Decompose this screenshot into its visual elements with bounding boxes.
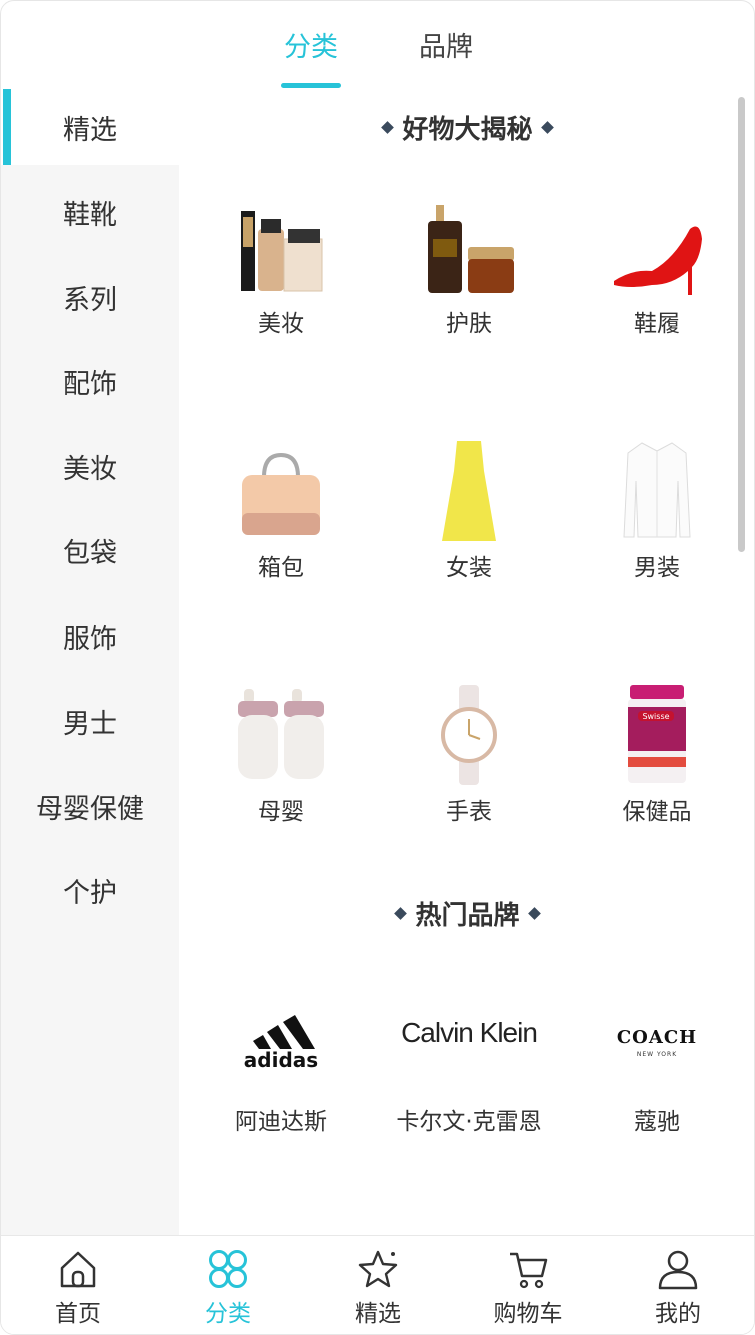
category-icon: [209, 1250, 247, 1288]
diamond-icon: [381, 121, 395, 134]
coach-logo-subtitle: NEW YORK: [636, 1051, 678, 1058]
brand-cell-calvin-klein[interactable]: Calvin Klein 卡尔文·克雷恩: [379, 999, 559, 1169]
category-label: 男装: [634, 555, 680, 581]
sidebar-item-bags[interactable]: 包袋: [1, 512, 179, 588]
nav-home[interactable]: 首页: [18, 1236, 138, 1334]
category-cell-menswear[interactable]: 男装: [567, 441, 747, 591]
nav-label: 首页: [55, 1301, 101, 1327]
nav-label: 分类: [205, 1301, 251, 1327]
sidebar-item-baby-health[interactable]: 母婴保健: [1, 768, 179, 844]
category-cell-bags[interactable]: 箱包: [191, 441, 371, 591]
star-icon: [358, 1250, 398, 1288]
category-cell-makeup[interactable]: 美妆: [191, 199, 371, 349]
brand-cell-adidas[interactable]: adidas 阿迪达斯: [191, 999, 371, 1169]
svg-text:adidas: adidas: [244, 1048, 318, 1071]
bottom-nav-bar: 首页 分类 精选 购物车 我的: [1, 1235, 754, 1334]
top-tab-bar: 分类 品牌: [1, 1, 754, 89]
category-label: 护肤: [446, 311, 492, 337]
sidebar-item-makeup[interactable]: 美妆: [1, 428, 179, 504]
user-icon: [658, 1250, 698, 1290]
makeup-products-image: [241, 211, 323, 292]
red-high-heel-image: [614, 226, 702, 295]
brand-label: 蔻驰: [634, 1109, 680, 1135]
category-label: 箱包: [258, 555, 304, 581]
category-label: 母婴: [258, 799, 304, 825]
wristwatch-image: [441, 685, 497, 785]
white-shirt-image: [623, 442, 691, 538]
active-tab-indicator: [281, 83, 341, 88]
brand-label: 卡尔文·克雷恩: [396, 1109, 542, 1135]
sidebar-item-apparel[interactable]: 服饰: [1, 598, 179, 674]
category-content: 好物大揭秘 美妆 护肤 鞋履 箱包 女装 男装 母婴 手表 Swisse 保健品…: [179, 89, 754, 1235]
category-label: 保健品: [622, 799, 692, 825]
sidebar-item-men[interactable]: 男士: [1, 683, 179, 759]
app-frame: 分类 品牌 精选 鞋靴 系列 配饰 美妆 包袋 服饰 男士 母婴保健 个护 好物…: [0, 0, 755, 1335]
category-label: 美妆: [258, 311, 304, 337]
tab-brand[interactable]: 品牌: [406, 25, 486, 89]
category-cell-shoes[interactable]: 鞋履: [567, 199, 747, 349]
category-cell-baby[interactable]: 母婴: [191, 685, 371, 835]
yellow-dress-image: [442, 441, 496, 541]
handbag-image: [242, 452, 320, 535]
diamond-icon: [540, 121, 554, 134]
sidebar-item-accessories[interactable]: 配饰: [1, 343, 179, 419]
svg-text:Swisse: Swisse: [642, 712, 669, 721]
baby-bottles-image: [238, 689, 324, 779]
vitamin-jar-image: Swisse: [628, 685, 686, 783]
diamond-icon: [527, 907, 541, 920]
category-cell-skincare[interactable]: 护肤: [379, 199, 559, 349]
section-title-brands: 热门品牌: [179, 895, 754, 932]
content-scrollbar[interactable]: [738, 97, 745, 552]
tab-category[interactable]: 分类: [271, 25, 351, 89]
home-icon: [60, 1251, 96, 1288]
adidas-logo: adidas: [244, 1015, 318, 1071]
category-sidebar: 精选 鞋靴 系列 配饰 美妆 包袋 服饰 男士 母婴保健 个护: [1, 89, 179, 1235]
nav-cart[interactable]: 购物车: [468, 1236, 588, 1334]
nav-label: 我的: [655, 1301, 701, 1327]
diamond-icon: [394, 907, 408, 920]
nav-category[interactable]: 分类: [168, 1236, 288, 1334]
sidebar-item-shoes[interactable]: 鞋靴: [1, 174, 179, 250]
nav-label: 精选: [355, 1301, 401, 1327]
nav-featured[interactable]: 精选: [318, 1236, 438, 1334]
sidebar-item-featured[interactable]: 精选: [1, 89, 179, 165]
nav-profile[interactable]: 我的: [618, 1236, 738, 1334]
category-label: 女装: [446, 555, 492, 581]
skincare-bottles-image: [428, 205, 514, 293]
brand-cell-coach[interactable]: COACH NEW YORK 蔻驰: [567, 999, 747, 1169]
calvin-klein-logo: Calvin Klein: [401, 1017, 538, 1048]
category-cell-supplements[interactable]: Swisse 保健品: [567, 685, 747, 835]
brand-label: 阿迪达斯: [235, 1109, 327, 1135]
sidebar-item-personal-care[interactable]: 个护: [1, 852, 179, 928]
category-label: 手表: [446, 799, 492, 825]
section-title-goods: 好物大揭秘: [179, 109, 754, 146]
cart-icon: [510, 1252, 548, 1289]
coach-logo: COACH: [616, 1027, 698, 1048]
category-label: 鞋履: [634, 311, 680, 337]
category-cell-womenswear[interactable]: 女装: [379, 441, 559, 591]
category-cell-watches[interactable]: 手表: [379, 685, 559, 835]
nav-label: 购物车: [493, 1301, 563, 1327]
sidebar-item-series[interactable]: 系列: [1, 259, 179, 335]
